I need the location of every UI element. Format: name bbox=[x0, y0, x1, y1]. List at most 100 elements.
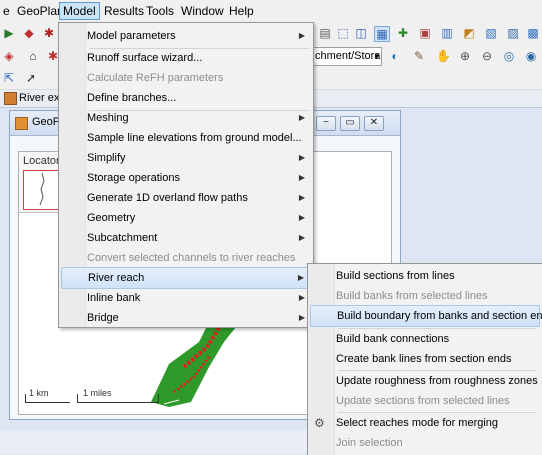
menu-item-label: Model parameters bbox=[87, 30, 176, 42]
submenu-arrow-icon: ▶ bbox=[298, 313, 305, 322]
menu-item-label: Runoff surface wizard... bbox=[87, 52, 203, 64]
convert-channels-item[interactable]: Convert selected channels to river reach… bbox=[61, 248, 311, 268]
menu-item-label: Build boundary from banks and section en… bbox=[337, 310, 542, 322]
sample-line-elevations-item[interactable]: Sample line elevations from ground model… bbox=[61, 128, 311, 148]
menu-item-label: Update sections from selected lines bbox=[336, 395, 510, 407]
build-boundary-item[interactable]: Build boundary from banks and section en… bbox=[310, 305, 542, 327]
menu-item-label: Geometry bbox=[87, 212, 136, 224]
menu-item-label: Build banks from selected lines bbox=[336, 290, 488, 302]
update-sections-item[interactable]: Update sections from selected lines bbox=[310, 391, 540, 411]
geometry-item[interactable]: Geometry ▶ bbox=[61, 208, 311, 228]
build-sections-from-lines-item[interactable]: Build sections from lines bbox=[310, 266, 540, 286]
menu-item-label: Define branches... bbox=[87, 92, 177, 104]
pencil-icon[interactable]: ✎ bbox=[412, 49, 426, 63]
toolbar-icon[interactable]: ✱ bbox=[42, 26, 56, 40]
build-bank-connections-item[interactable]: Build bank connections bbox=[310, 329, 540, 349]
submenu-arrow-icon: ▶ bbox=[297, 273, 304, 282]
submenu-arrow-icon: ▶ bbox=[298, 193, 305, 202]
menu-item-label: River reach bbox=[88, 272, 145, 284]
menu-item-label: Bridge bbox=[87, 312, 119, 324]
menu-results[interactable]: Results bbox=[101, 3, 147, 19]
close-button[interactable]: ✕ bbox=[364, 116, 384, 131]
binoculars-icon[interactable]: ⌂ bbox=[26, 49, 40, 63]
submenu-arrow-icon: ▶ bbox=[298, 173, 305, 182]
toolbar-icon[interactable]: ◐ bbox=[388, 49, 402, 63]
river-reach-submenu: Build sections from lines Build banks fr… bbox=[307, 263, 542, 455]
menu-item-label: Calculate ReFH parameters bbox=[87, 72, 224, 84]
inline-bank-item[interactable]: Inline bank ▶ bbox=[61, 288, 311, 308]
toolbar-icon[interactable]: ◫ bbox=[354, 26, 368, 40]
menu-window[interactable]: Window bbox=[178, 3, 227, 19]
layer-combo[interactable]: chment/Storag ▾ bbox=[312, 47, 382, 66]
toolbar-icon[interactable]: ✚ bbox=[396, 26, 410, 40]
model-menu: Model parameters ▶ Runoff surface wizard.… bbox=[58, 22, 314, 328]
toolbar-icon[interactable]: ◈ bbox=[2, 49, 16, 63]
river-reach-item[interactable]: River reach ▶ bbox=[61, 267, 311, 289]
runoff-surface-wizard-item[interactable]: Runoff surface wizard... bbox=[61, 48, 311, 68]
toolbar-icon[interactable]: ▣ bbox=[418, 26, 432, 40]
scale-label-km: 1 km bbox=[29, 388, 49, 398]
simplify-item[interactable]: Simplify ▶ bbox=[61, 148, 311, 168]
toolbar-icon[interactable]: ⬚ bbox=[336, 26, 350, 40]
menu-item-label: Sample line elevations from ground model… bbox=[87, 132, 302, 144]
pointer-icon[interactable]: ➚ bbox=[24, 71, 38, 85]
restore-button[interactable]: ▭ bbox=[340, 116, 360, 131]
menu-model[interactable]: Model bbox=[59, 2, 100, 20]
menu-item-label: Select reaches mode for merging bbox=[336, 417, 499, 429]
pan-hand-icon[interactable]: ✋ bbox=[436, 49, 451, 63]
menu-item-label: Build bank connections bbox=[336, 333, 450, 345]
menu-item-label: Create bank lines from section ends bbox=[336, 353, 512, 365]
model-parameters-item[interactable]: Model parameters ▶ bbox=[61, 26, 311, 46]
submenu-arrow-icon: ▶ bbox=[298, 233, 305, 242]
toolbar-icon[interactable]: ▧ bbox=[484, 26, 498, 40]
toolbar-icon[interactable]: ◉ bbox=[524, 49, 538, 63]
define-branches-item[interactable]: Define branches... bbox=[61, 88, 311, 108]
window-title: GeoP bbox=[32, 116, 61, 128]
bridge-item[interactable]: Bridge ▶ bbox=[61, 308, 311, 328]
layer-combo-value: chment/Storag bbox=[315, 50, 382, 62]
select-tool-icon[interactable]: ⇱ bbox=[2, 71, 16, 85]
menu-edit-partial[interactable]: e bbox=[0, 3, 13, 19]
toolbar-icon[interactable]: ▨ bbox=[506, 26, 520, 40]
toolbar-icon[interactable]: ▶ bbox=[2, 26, 16, 40]
minimize-button[interactable]: − bbox=[316, 116, 336, 131]
zoom-in-icon[interactable]: ⊕ bbox=[458, 49, 472, 63]
toolbar-icon[interactable]: ▥ bbox=[440, 26, 454, 40]
geoplan-icon bbox=[15, 117, 28, 130]
document-icon bbox=[4, 92, 17, 105]
update-roughness-item[interactable]: Update roughness from roughness zones bbox=[310, 371, 540, 391]
toolbar-icon[interactable]: ◆ bbox=[22, 26, 36, 40]
toolbar-icon-active[interactable]: ▦ bbox=[374, 26, 390, 42]
menubar: e GeoPlan Model Results Tools Window Hel… bbox=[0, 0, 542, 23]
subcatchment-item[interactable]: Subcatchment ▶ bbox=[61, 228, 311, 248]
menu-item-label: Join selection bbox=[336, 437, 403, 449]
submenu-arrow-icon: ▶ bbox=[298, 153, 305, 162]
menu-item-label: Meshing bbox=[87, 112, 129, 124]
create-bank-lines-item[interactable]: Create bank lines from section ends bbox=[310, 349, 540, 369]
submenu-arrow-icon: ▶ bbox=[298, 213, 305, 222]
meshing-item[interactable]: Meshing ▶ bbox=[61, 108, 311, 128]
build-banks-item[interactable]: Build banks from selected lines bbox=[310, 286, 540, 306]
select-reaches-merging-item[interactable]: ⚙ Select reaches mode for merging bbox=[310, 413, 540, 433]
join-selection-item[interactable]: Join selection bbox=[310, 433, 540, 453]
menu-item-label: Generate 1D overland flow paths bbox=[87, 192, 248, 204]
menu-item-label: Inline bank bbox=[87, 292, 141, 304]
calculate-refh-item[interactable]: Calculate ReFH parameters bbox=[61, 68, 311, 88]
menu-item-label: Convert selected channels to river reach… bbox=[87, 252, 296, 264]
zoom-out-icon[interactable]: ⊖ bbox=[480, 49, 494, 63]
merge-reaches-icon: ⚙ bbox=[314, 416, 325, 430]
scale-label-miles: 1 miles bbox=[83, 388, 112, 398]
menu-help[interactable]: Help bbox=[226, 3, 257, 19]
menu-item-label: Update roughness from roughness zones bbox=[336, 375, 538, 387]
menu-tools[interactable]: Tools bbox=[143, 3, 177, 19]
chevron-down-icon: ▾ bbox=[374, 51, 379, 61]
storage-operations-item[interactable]: Storage operations ▶ bbox=[61, 168, 311, 188]
menu-item-label: Storage operations bbox=[87, 172, 180, 184]
generate-overland-flow-item[interactable]: Generate 1D overland flow paths ▶ bbox=[61, 188, 311, 208]
toolbar-icon[interactable]: ▤ bbox=[318, 26, 332, 40]
menu-item-label: Build sections from lines bbox=[336, 270, 455, 282]
toolbar-icon[interactable]: ▩ bbox=[526, 26, 540, 40]
menu-item-label: Simplify bbox=[87, 152, 126, 164]
toolbar-icon[interactable]: ◎ bbox=[502, 49, 516, 63]
toolbar-icon[interactable]: ◩ bbox=[462, 26, 476, 40]
